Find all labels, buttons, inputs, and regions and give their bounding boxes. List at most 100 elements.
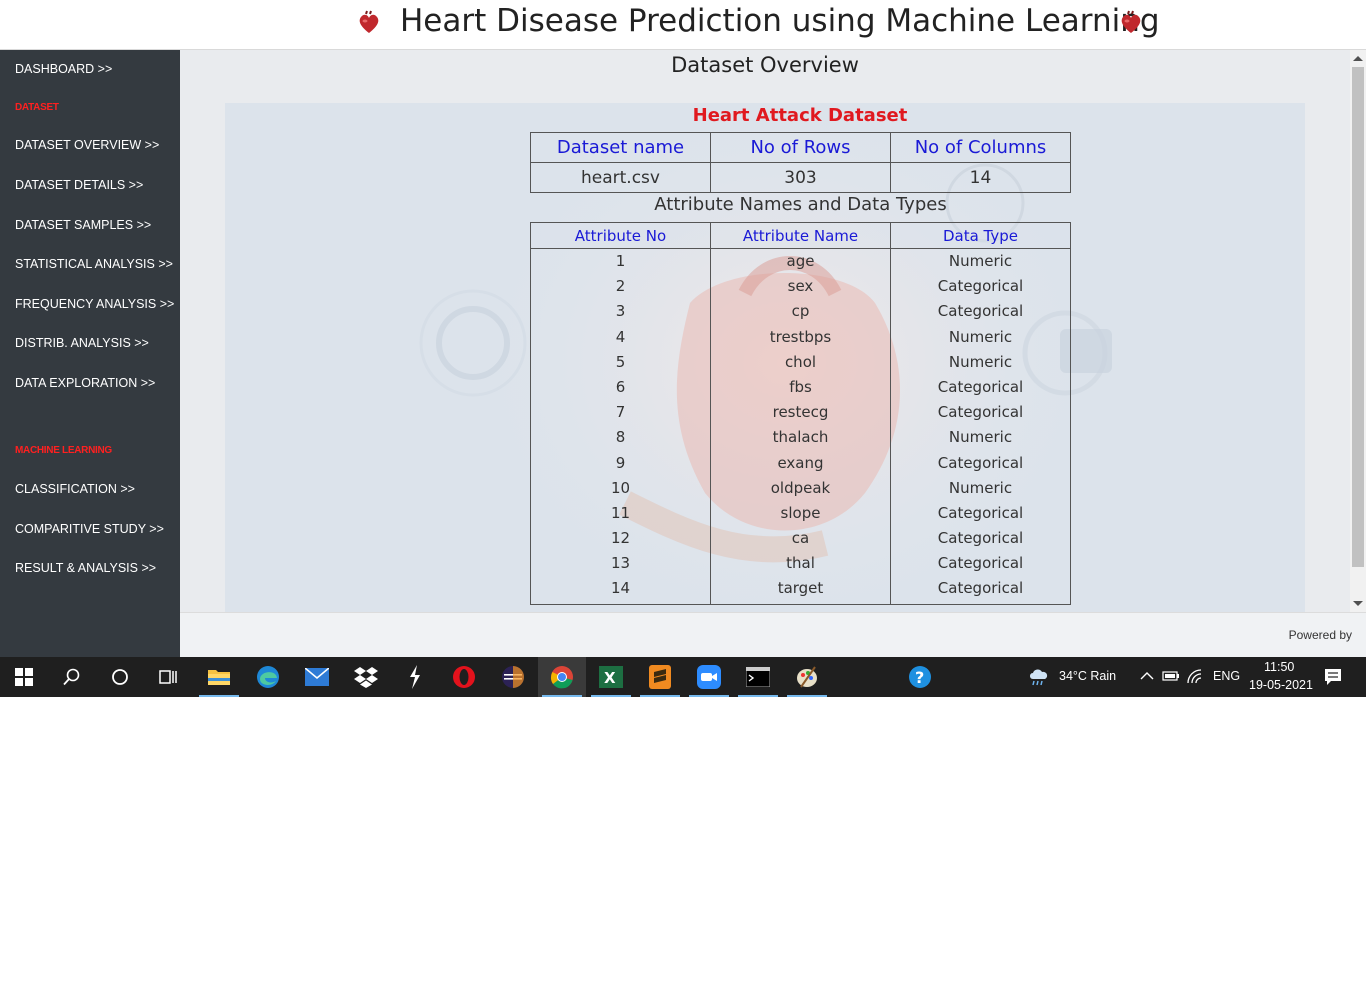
attribute-name-cell: target [710,575,891,606]
attributes-table-row: 8 thalach Numeric [530,424,1071,450]
dataset-panel: Heart Attack Dataset Dataset name No of … [225,103,1305,612]
data-type-cell: Numeric [890,475,1071,501]
data-type-cell: Numeric [890,248,1071,274]
dropbox-icon[interactable] [342,657,390,697]
battery-icon[interactable] [1162,670,1180,682]
cortana-icon[interactable] [96,657,144,697]
sidebar-item-dashboard[interactable]: DASHBOARD >> [15,62,112,76]
attributes-table-row: 12 ca Categorical [530,525,1071,551]
sidebar: DASHBOARD >> DATASET DATASET OVERVIEW >>… [0,50,180,657]
data-type-cell: Numeric [890,349,1071,375]
sidebar-item-classification[interactable]: CLASSIFICATION >> [15,482,135,496]
page-header: Heart Disease Prediction using Machine L… [0,0,1366,50]
attributes-table-row: 5 chol Numeric [530,349,1071,375]
attribute-number-cell: 12 [530,525,711,551]
notifications-icon[interactable] [1324,668,1342,686]
sidebar-item-frequency-analysis[interactable]: FREQUENCY ANALYSIS >> [15,297,174,311]
wifi-icon[interactable] [1187,669,1205,685]
data-type-cell: Categorical [890,298,1071,325]
data-type-cell: Numeric [890,324,1071,350]
search-icon[interactable] [48,657,96,697]
attributes-table-row: 9 exang Categorical [530,450,1071,476]
attribute-name-cell: sex [710,273,891,299]
heart-icon [1121,10,1141,33]
data-type-cell: Categorical [890,399,1071,425]
running-indicator [787,695,827,697]
svg-text:X: X [604,669,616,687]
summary-table: Dataset name No of Rows No of Columns he… [530,132,1071,193]
sidebar-item-data-exploration[interactable]: DATA EXPLORATION >> [15,376,155,390]
zoom-icon[interactable] [685,657,733,697]
app-bolt-icon[interactable] [391,657,439,697]
attributes-table-row: 13 thal Categorical [530,550,1071,576]
scrollbar-thumb[interactable] [1352,67,1364,567]
sidebar-item-dataset-details[interactable]: DATASET DETAILS >> [15,178,143,192]
mail-icon[interactable] [293,657,341,697]
data-type-cell: Categorical [890,500,1071,526]
sidebar-item-statistical-analysis[interactable]: STATISTICAL ANALYSIS >> [15,257,173,271]
sidebar-item-result-analysis[interactable]: RESULT & ANALYSIS >> [15,561,156,575]
sublime-text-icon[interactable] [636,657,684,697]
running-indicator [640,695,680,697]
summary-header-cell: No of Rows [710,132,891,163]
attribute-name-cell: thal [710,550,891,576]
attribute-number-cell: 1 [530,248,711,274]
attribute-number-cell: 8 [530,424,711,450]
summary-header-cell: Dataset name [530,132,711,163]
attributes-header-cell: Attribute Name [710,222,891,249]
data-type-cell: Categorical [890,374,1071,400]
attribute-number-cell: 9 [530,450,711,476]
scroll-up-icon[interactable] [1353,56,1363,61]
attribute-name-cell: ca [710,525,891,551]
attribute-number-cell: 13 [530,550,711,576]
attributes-table: Attribute No Attribute Name Data Type 1a… [530,222,1071,606]
page-title: Dataset Overview [671,53,859,77]
attribute-name-cell: fbs [710,374,891,400]
edge-icon[interactable] [244,657,292,697]
help-icon[interactable]: ? [896,657,944,697]
task-view-icon[interactable] [144,657,192,697]
summary-header-cell: No of Columns [890,132,1071,163]
running-indicator [591,695,631,697]
file-explorer-icon[interactable] [195,657,243,697]
eclipse-icon[interactable] [489,657,537,697]
summary-value-row: heart.csv 303 14 [530,162,1071,193]
attribute-number-cell: 6 [530,374,711,400]
page-scrollbar[interactable] [1350,50,1366,612]
attributes-table-row: 1 age Numeric [530,248,1071,274]
attribute-number-cell: 11 [530,500,711,526]
opera-icon[interactable] [440,657,488,697]
attribute-number-cell: 4 [530,324,711,350]
attributes-table-body: 1 age Numeric 2 sex Categorical 3 cp Categorical… [530,248,1071,606]
chevron-up-icon[interactable] [1140,671,1154,681]
windows-start-icon[interactable] [0,657,48,697]
attributes-table-row: 11 slope Categorical [530,500,1071,526]
attribute-number-cell: 14 [530,575,711,606]
weather-rain-icon[interactable] [1028,667,1050,687]
attribute-number-cell: 10 [530,475,711,501]
running-indicator [542,695,582,697]
sidebar-item-dataset-overview[interactable]: DATASET OVERVIEW >> [15,138,159,152]
svg-text:?: ? [915,668,924,687]
language-indicator[interactable]: ENG [1213,669,1240,683]
column-count-value: 14 [890,162,1071,193]
attribute-name-cell: oldpeak [710,475,891,501]
attribute-number-cell: 3 [530,298,711,325]
sidebar-item-dataset-samples[interactable]: DATASET SAMPLES >> [15,218,151,232]
attributes-table-row: 14 target Categorical [530,575,1071,606]
row-count-value: 303 [710,162,891,193]
sidebar-item-comparitive-study[interactable]: COMPARITIVE STUDY >> [15,522,164,536]
weather-text[interactable]: 34°C Rain [1059,669,1116,683]
clock-time[interactable]: 11:50 [1264,660,1294,674]
powered-by-text: Powered by [1288,628,1352,642]
sidebar-item-distrib-analysis[interactable]: DISTRIB. ANALYSIS >> [15,336,149,350]
data-type-cell: Categorical [890,273,1071,299]
paint-icon[interactable] [783,657,831,697]
chrome-icon[interactable] [538,657,586,697]
excel-icon[interactable]: X [587,657,635,697]
attributes-header-cell: Attribute No [530,222,711,249]
windows-taskbar: X ? 34°C Rain ENG 11:50 19-05-2021 [0,657,1366,697]
terminal-icon[interactable] [734,657,782,697]
clock-date[interactable]: 19-05-2021 [1249,678,1313,692]
scroll-down-icon[interactable] [1353,601,1363,606]
